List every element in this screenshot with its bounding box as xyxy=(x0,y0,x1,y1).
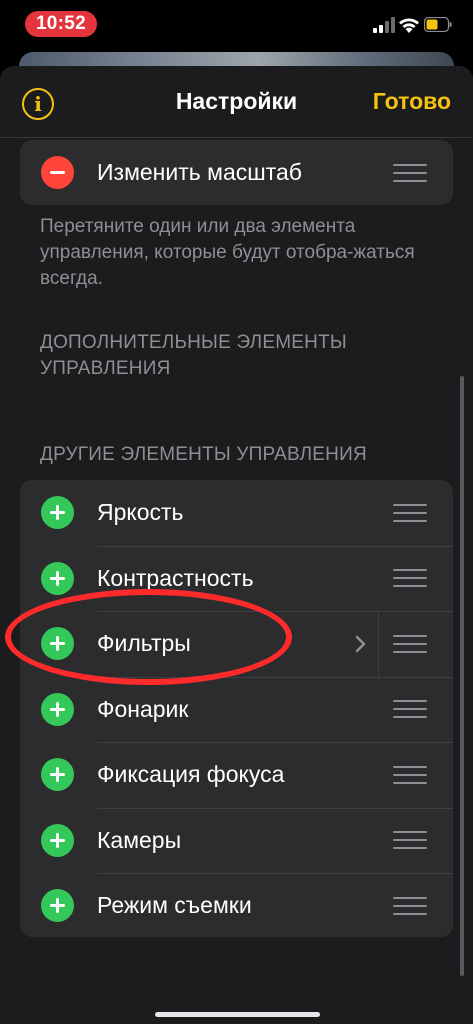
wifi-icon xyxy=(399,18,419,33)
nav-divider xyxy=(0,137,473,138)
list-item: Фонарик xyxy=(20,676,453,743)
section-header-additional: ДОПОЛНИТЕЛЬНЫЕ ЭЛЕМЕНТЫ УПРАВЛЕНИЯ xyxy=(40,332,347,379)
drag-handle-icon[interactable] xyxy=(393,634,427,653)
chevron-right-icon[interactable] xyxy=(354,634,368,654)
list-item: Изменить масштаб xyxy=(20,140,453,205)
drag-handle-icon[interactable] xyxy=(393,569,427,588)
plus-icon xyxy=(50,505,65,521)
section-header-other: ДРУГИЕ ЭЛЕМЕНТЫ УПРАВЛЕНИЯ xyxy=(40,444,367,465)
add-button[interactable] xyxy=(41,889,74,923)
plus-icon xyxy=(50,898,65,914)
drag-handle-icon[interactable] xyxy=(393,765,427,784)
list-item-label: Режим съемки xyxy=(97,892,252,919)
minus-icon xyxy=(50,171,65,174)
add-button[interactable] xyxy=(41,758,74,792)
drag-handle-icon[interactable] xyxy=(393,700,427,719)
footer-text: Перетяните один или два элемента управле… xyxy=(40,216,415,289)
drag-handle-icon[interactable] xyxy=(393,896,427,915)
plus-icon xyxy=(50,832,65,848)
cellular-signal-icon xyxy=(373,17,395,33)
drag-handle-icon[interactable] xyxy=(393,503,427,522)
included-controls-group: Изменить масштаб xyxy=(20,140,453,205)
list-item: Фиксация фокуса xyxy=(20,742,453,808)
list-item-label: Фонарик xyxy=(97,695,189,722)
plus-icon xyxy=(50,767,65,783)
list-item: Контрастность xyxy=(20,545,453,612)
other-controls-group: Яркость Контрастность Фильтры Фонарик Фи… xyxy=(20,480,453,937)
list-item-label: Контрастность xyxy=(97,564,254,591)
done-button[interactable]: Готово xyxy=(373,88,451,115)
plus-icon xyxy=(50,636,65,652)
add-button[interactable] xyxy=(41,627,74,661)
drag-handle-icon[interactable] xyxy=(393,831,427,850)
add-button[interactable] xyxy=(41,496,74,530)
battery-icon xyxy=(424,17,452,32)
home-indicator[interactable] xyxy=(155,1012,320,1017)
add-button[interactable] xyxy=(41,561,74,595)
list-item: Камеры xyxy=(20,807,453,874)
drag-handle-icon[interactable] xyxy=(393,163,427,182)
status-bar: 10:52 xyxy=(0,0,473,48)
list-item: Яркость xyxy=(20,480,453,546)
list-item: Режим съемки xyxy=(20,873,453,937)
list-item-filters[interactable]: Фильтры xyxy=(20,611,453,677)
add-button[interactable] xyxy=(41,823,74,857)
plus-icon xyxy=(50,570,65,586)
plus-icon xyxy=(50,701,65,717)
remove-button[interactable] xyxy=(41,156,74,189)
list-item-label: Фильтры xyxy=(97,630,191,657)
status-time: 10:52 xyxy=(25,11,97,37)
add-button[interactable] xyxy=(41,692,74,726)
list-item-label: Изменить масштаб xyxy=(97,159,302,185)
list-item-label: Фиксация фокуса xyxy=(97,761,285,788)
list-item-label: Яркость xyxy=(97,499,184,526)
scrollbar[interactable] xyxy=(460,376,464,976)
list-item-label: Камеры xyxy=(97,826,182,853)
row-divider xyxy=(378,611,379,677)
